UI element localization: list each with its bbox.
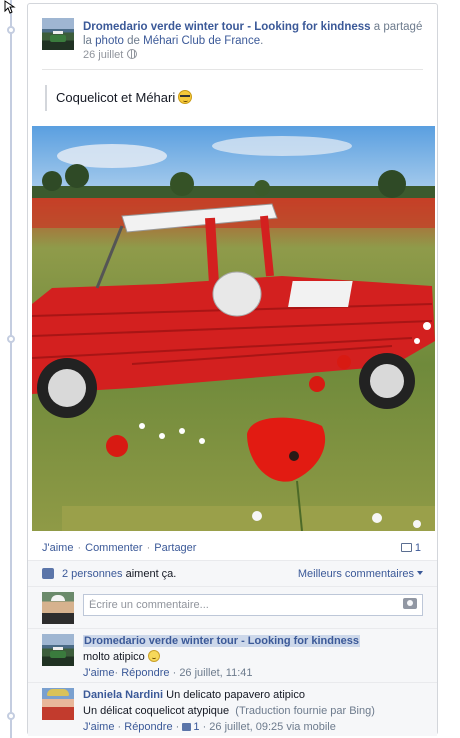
post-caption: Coquelicot et Méhari: [45, 85, 193, 111]
separator: ·: [146, 542, 151, 554]
comment-date[interactable]: 26 juillet, 11:41: [179, 667, 252, 679]
smile-emoji-icon: [147, 650, 160, 662]
like-link[interactable]: J'aime: [42, 542, 73, 554]
comment-count: 1: [414, 542, 421, 554]
commenter-name[interactable]: Dromedario verde winter tour - Looking f…: [83, 635, 361, 647]
viewer-avatar[interactable]: [42, 592, 74, 624]
post-photo[interactable]: [32, 126, 435, 531]
timeline-dot: [7, 712, 15, 720]
comment-item: Dromedario verde winter tour - Looking f…: [28, 628, 437, 682]
story-card: Dromedario verde winter tour - Looking f…: [27, 3, 438, 736]
comment-text: Un delicato papavero atipico: [163, 689, 305, 701]
separator: ·: [175, 721, 180, 733]
comment-reply-link[interactable]: Répondre: [121, 667, 169, 679]
share-link[interactable]: Partager: [154, 542, 196, 554]
thumbs-up-icon: [42, 568, 54, 579]
comment-input[interactable]: [83, 594, 423, 616]
commenter-avatar[interactable]: [42, 688, 74, 720]
story-headline: Dromedario verde winter tour - Looking f…: [83, 20, 425, 62]
comment-translation: Un délicat coquelicot atypique: [83, 705, 230, 717]
header-divider: [42, 69, 423, 70]
comment-item: Daniela Nardini Un delicato papavero ati…: [28, 682, 437, 736]
camera-icon[interactable]: [403, 598, 417, 609]
best-comments-dropdown[interactable]: Meilleurs commentaires: [298, 561, 423, 587]
commenter-name[interactable]: Daniela Nardini: [83, 689, 163, 701]
likes-summary: 2 personnes aiment ça. Meilleurs comment…: [28, 560, 437, 586]
comment-icon: [400, 543, 412, 552]
story-actions: J'aime · Commenter · Partager 1: [42, 538, 425, 558]
comment-like-link[interactable]: J'aime: [83, 667, 114, 679]
thumbs-up-icon: [182, 723, 192, 731]
globe-icon[interactable]: [127, 49, 138, 59]
commenter-avatar[interactable]: [42, 634, 74, 666]
post-date[interactable]: 26 juillet: [83, 49, 123, 61]
chevron-down-icon: [417, 571, 423, 575]
separator: ·: [202, 721, 207, 733]
separator: ·: [77, 542, 82, 554]
comment-date[interactable]: 26 juillet, 09:25 via mobile: [209, 721, 336, 733]
comment-count-link[interactable]: 1: [400, 538, 421, 558]
timeline-line: [10, 0, 12, 738]
action-text-2: de: [123, 35, 144, 47]
timeline-dot: [7, 26, 15, 34]
mouse-cursor-icon: [4, 0, 16, 14]
comment-composer: [28, 586, 437, 628]
caption-text: Coquelicot et Méhari: [56, 90, 176, 105]
comment-text: molto atipico: [83, 651, 145, 663]
sunglasses-emoji-icon: [178, 90, 193, 104]
story-header: Dromedario verde winter tour - Looking f…: [42, 18, 425, 68]
comment-link[interactable]: Commenter: [85, 542, 142, 554]
best-comments-label: Meilleurs commentaires: [297, 568, 414, 580]
comment-likes-link[interactable]: 1: [182, 721, 200, 733]
separator: ·: [172, 667, 177, 679]
photo-link[interactable]: photo: [95, 35, 124, 47]
author-link[interactable]: Dromedario verde winter tour - Looking f…: [83, 21, 371, 33]
page-link[interactable]: Méhari Club de France: [143, 35, 260, 47]
author-avatar[interactable]: [42, 18, 74, 50]
comment-like-count: 1: [193, 721, 200, 733]
timeline-dot: [7, 335, 15, 343]
period: .: [260, 35, 264, 47]
separator: ·: [117, 721, 122, 733]
likes-suffix: aiment ça.: [122, 568, 177, 580]
comment-like-link[interactable]: J'aime: [83, 721, 114, 733]
likers-link[interactable]: 2 personnes: [62, 568, 123, 580]
separator: ·: [114, 667, 119, 679]
translation-note: (Traduction fournie par Bing): [235, 705, 375, 717]
comment-reply-link[interactable]: Répondre: [124, 721, 172, 733]
